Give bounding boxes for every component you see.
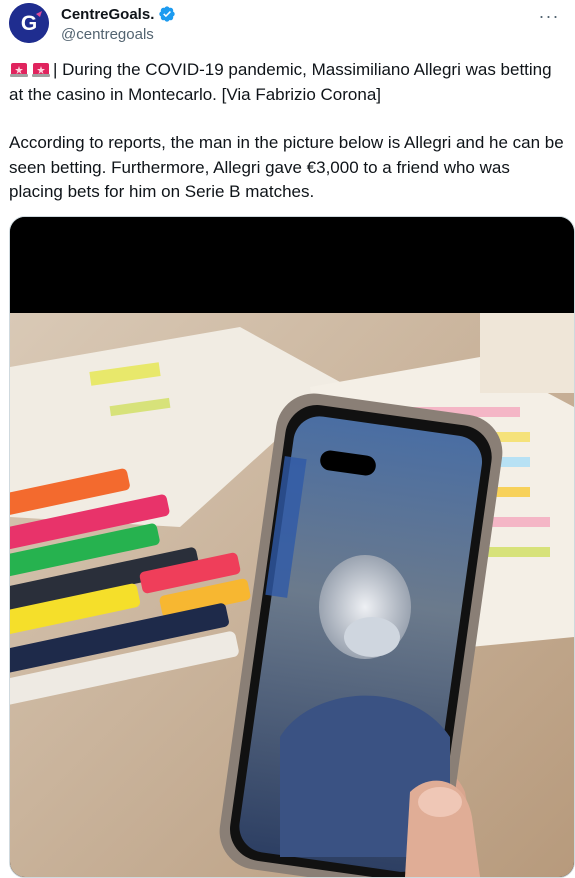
tweet-paragraph-2: According to reports, the man in the pic… <box>9 133 564 201</box>
author-handle[interactable]: @centregoals <box>61 26 154 43</box>
tweet-line-1: | During the COVID-19 pandemic, Massimil… <box>9 60 552 104</box>
verified-badge-icon <box>158 5 176 23</box>
police-light-icon <box>9 58 29 78</box>
avatar[interactable]: G <box>9 3 49 43</box>
author-name-row: CentreGoals. <box>61 5 176 23</box>
svg-text:G: G <box>21 12 37 35</box>
tweet-media-video[interactable] <box>9 216 575 878</box>
tweet-text: | During the COVID-19 pandemic, Massimil… <box>9 58 565 205</box>
more-options-button[interactable]: ··· <box>537 6 561 26</box>
centregoals-logo-icon: G <box>9 3 49 43</box>
ellipsis-icon: ··· <box>538 5 560 26</box>
police-light-icon <box>31 58 51 78</box>
tweet-paragraph-1: | During the COVID-19 pandemic, Massimil… <box>9 58 565 107</box>
video-still-image <box>10 217 574 877</box>
display-name[interactable]: CentreGoals. <box>61 6 154 23</box>
tweet-card: G CentreGoals. @centregoals ··· | During… <box>0 0 575 878</box>
